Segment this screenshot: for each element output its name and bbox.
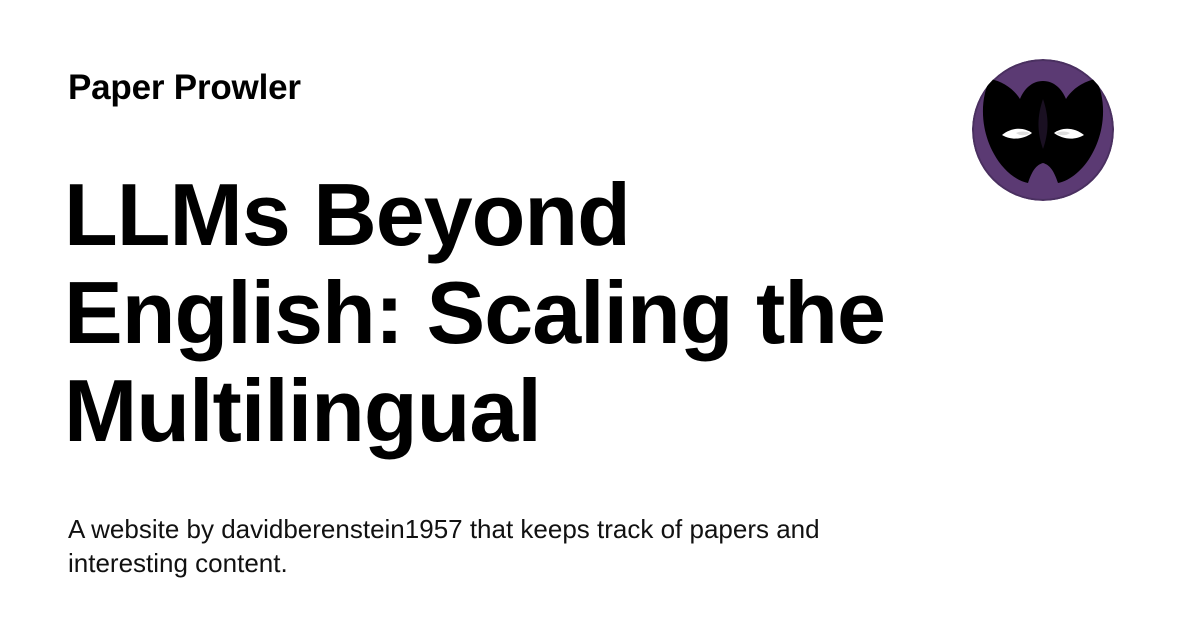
og-card: Paper Prowler LLMs Beyond English: Scali… [0, 0, 1200, 630]
masked-face-icon [972, 59, 1114, 201]
site-description: A website by davidberenstein1957 that ke… [68, 514, 820, 578]
page-title: LLMs Beyond English: Scaling the Multili… [64, 165, 886, 460]
site-name[interactable]: Paper Prowler [68, 68, 301, 108]
avatar[interactable] [972, 59, 1114, 201]
